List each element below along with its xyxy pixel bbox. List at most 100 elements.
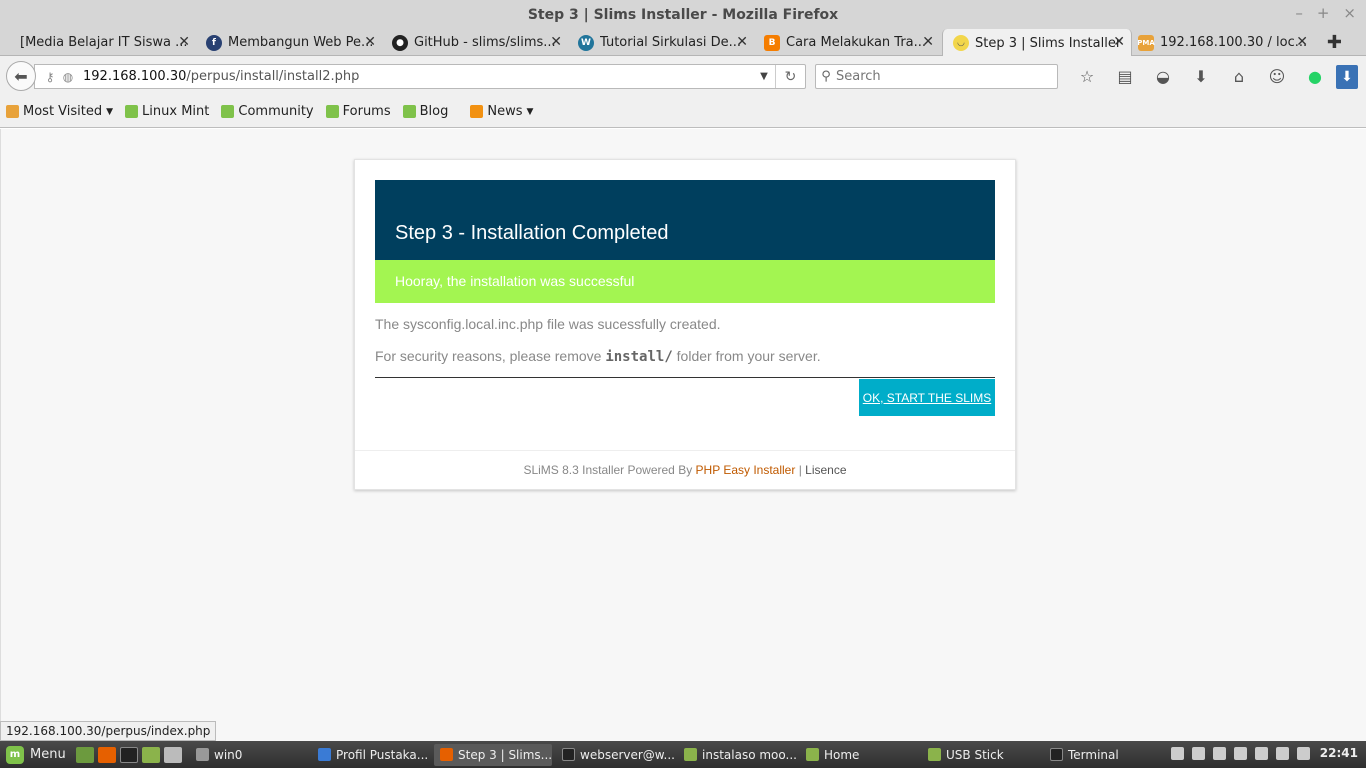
- task-step3-slims[interactable]: Step 3 | Slims...: [434, 743, 552, 766]
- back-button[interactable]: ⬅: [6, 61, 36, 91]
- maximize-button[interactable]: +: [1317, 4, 1330, 22]
- success-banner: Hooray, the installation was successful: [375, 260, 995, 303]
- clipboard-icon[interactable]: ▤: [1106, 64, 1144, 88]
- shield-icon[interactable]: [1296, 746, 1310, 760]
- start-menu-button[interactable]: m Menu: [0, 745, 72, 764]
- terminal-icon[interactable]: [120, 746, 138, 763]
- window-controls: – + ×: [1295, 4, 1356, 22]
- folder-icon[interactable]: [142, 746, 160, 763]
- tab-cara-melakukan[interactable]: B Cara Melakukan Tra... ✕: [764, 29, 940, 56]
- bookmark-label: Forums: [342, 104, 391, 119]
- battery-icon[interactable]: [1275, 746, 1289, 760]
- mint-icon: [221, 105, 235, 118]
- wordpress-icon: W: [578, 34, 594, 51]
- terminal-icon: [562, 748, 575, 761]
- folder-icon: [928, 748, 941, 761]
- search-icon: ⚲: [821, 69, 831, 84]
- task-home[interactable]: Home: [800, 744, 918, 766]
- mint-icon: [402, 105, 416, 118]
- task-label: USB Stick: [946, 747, 1004, 762]
- task-webserver[interactable]: webserver@w...: [556, 744, 674, 766]
- arrow-left-icon: ⬅: [14, 66, 28, 86]
- bookmark-label: Blog: [419, 104, 449, 119]
- toolbar-icons: ☆ ▤ ◒ ⬇ ⌂ ☺ ●: [1068, 64, 1334, 88]
- show-desktop-icon[interactable]: [76, 746, 94, 763]
- start-slims-button[interactable]: OK, START THE SLIMS: [859, 379, 995, 416]
- bookmark-forums[interactable]: Forums: [325, 104, 391, 119]
- security-message-suffix: folder from your server.: [672, 348, 821, 364]
- license-link[interactable]: Lisence: [805, 463, 846, 477]
- bookmarks-toolbar: Most Visited ▼ Linux Mint Community Foru…: [0, 96, 1366, 128]
- gear-icon: [196, 748, 209, 761]
- tab-media-belajar[interactable]: [Media Belajar IT Siswa ... ✕: [20, 29, 196, 56]
- task-label: Step 3 | Slims...: [458, 747, 552, 762]
- installer-card: Step 3 - Installation Completed Hooray, …: [354, 159, 1016, 490]
- clock[interactable]: 22:41: [1320, 746, 1358, 760]
- tab-label: Step 3 | Slims Installer: [975, 35, 1122, 51]
- download-icon[interactable]: ⬇: [1182, 64, 1220, 88]
- new-tab-button[interactable]: ✚: [1327, 32, 1342, 53]
- download-arrow-button[interactable]: ⬇: [1336, 65, 1358, 89]
- camera-icon[interactable]: [164, 746, 182, 763]
- installer-footer: SLiMS 8.3 Installer Powered By PHP Easy …: [355, 450, 1015, 490]
- tab-step3-slims[interactable]: ◡ Step 3 | Slims Installer ✕: [942, 29, 1132, 57]
- chevron-down-icon[interactable]: ▼: [753, 71, 775, 82]
- home-icon[interactable]: ⌂: [1220, 64, 1258, 88]
- task-terminal[interactable]: Terminal: [1044, 744, 1162, 766]
- bookmark-label: Community: [238, 104, 314, 119]
- close-tab-icon[interactable]: ✕: [364, 34, 376, 50]
- url-bar[interactable]: ⚷ ◍ 192.168.100.30/perpus/install/instal…: [34, 64, 806, 89]
- php-easy-installer-link[interactable]: PHP Easy Installer: [696, 463, 796, 477]
- task-label: win0: [214, 747, 243, 762]
- search-bar[interactable]: ⚲: [815, 64, 1058, 89]
- most-visited-icon: [6, 105, 19, 118]
- key-icon[interactable]: ⚷: [41, 70, 59, 84]
- caret-down-icon: ▼: [526, 106, 534, 117]
- tab-membangun-web[interactable]: f Membangun Web Pe... ✕: [206, 29, 382, 56]
- star-icon[interactable]: ☆: [1068, 64, 1106, 88]
- clipboard-tray-icon[interactable]: [1191, 746, 1205, 760]
- window-title: Step 3 | Slims Installer - Mozilla Firef…: [527, 6, 839, 23]
- wifi-icon[interactable]: [1233, 746, 1247, 760]
- search-input[interactable]: [836, 69, 1036, 84]
- close-tab-icon[interactable]: ✕: [736, 34, 748, 50]
- system-tray: 22:41: [1170, 746, 1358, 760]
- whatsapp-icon[interactable]: ●: [1296, 64, 1334, 88]
- close-tab-icon[interactable]: ✕: [550, 34, 562, 50]
- task-win0[interactable]: win0: [190, 744, 308, 766]
- bookmark-community[interactable]: Community: [221, 104, 314, 119]
- globe-icon[interactable]: ◍: [59, 70, 77, 84]
- minimize-button[interactable]: –: [1295, 4, 1303, 22]
- close-tab-icon[interactable]: ✕: [1113, 34, 1125, 50]
- footer-separator: |: [795, 463, 806, 477]
- bookmark-news[interactable]: News ▼: [470, 104, 533, 119]
- close-tab-icon[interactable]: ✕: [178, 34, 190, 50]
- chat-icon[interactable]: ☺: [1258, 64, 1296, 88]
- bookmark-linux-mint[interactable]: Linux Mint: [125, 104, 209, 119]
- url-text[interactable]: 192.168.100.30/perpus/install/install2.p…: [83, 69, 753, 84]
- user-icon[interactable]: [1170, 746, 1184, 760]
- quick-launch: [76, 746, 182, 763]
- pocket-icon[interactable]: ◒: [1144, 64, 1182, 88]
- bookmark-blog[interactable]: Blog: [402, 104, 449, 119]
- terminal-icon: [1050, 748, 1063, 761]
- folder-icon: [806, 748, 819, 761]
- tab-label: GitHub - slims/slims...: [414, 35, 556, 50]
- task-usb-stick[interactable]: USB Stick: [922, 744, 1040, 766]
- volume-icon[interactable]: [1254, 746, 1268, 760]
- reload-icon[interactable]: ↻: [775, 65, 805, 88]
- caret-down-icon: ▼: [106, 106, 114, 117]
- bookmark-most-visited[interactable]: Most Visited ▼: [6, 104, 113, 119]
- task-label: webserver@w...: [580, 747, 674, 762]
- close-tab-icon[interactable]: ✕: [1296, 34, 1308, 50]
- task-instalaso[interactable]: instalaso moo...: [678, 744, 796, 766]
- tab-tutorial-sirkulasi[interactable]: W Tutorial Sirkulasi De... ✕: [578, 29, 754, 56]
- bluetooth-icon[interactable]: [1212, 746, 1226, 760]
- install-folder-code: install/: [605, 349, 673, 365]
- close-tab-icon[interactable]: ✕: [922, 34, 934, 50]
- tab-phpmyadmin[interactable]: PMA 192.168.100.30 / loc... ✕: [1138, 29, 1314, 56]
- firefox-icon[interactable]: [98, 746, 116, 763]
- close-window-button[interactable]: ×: [1343, 4, 1356, 22]
- task-profil-pustaka[interactable]: Profil Pustaka...: [312, 744, 430, 766]
- tab-github[interactable]: ● GitHub - slims/slims... ✕: [392, 29, 568, 56]
